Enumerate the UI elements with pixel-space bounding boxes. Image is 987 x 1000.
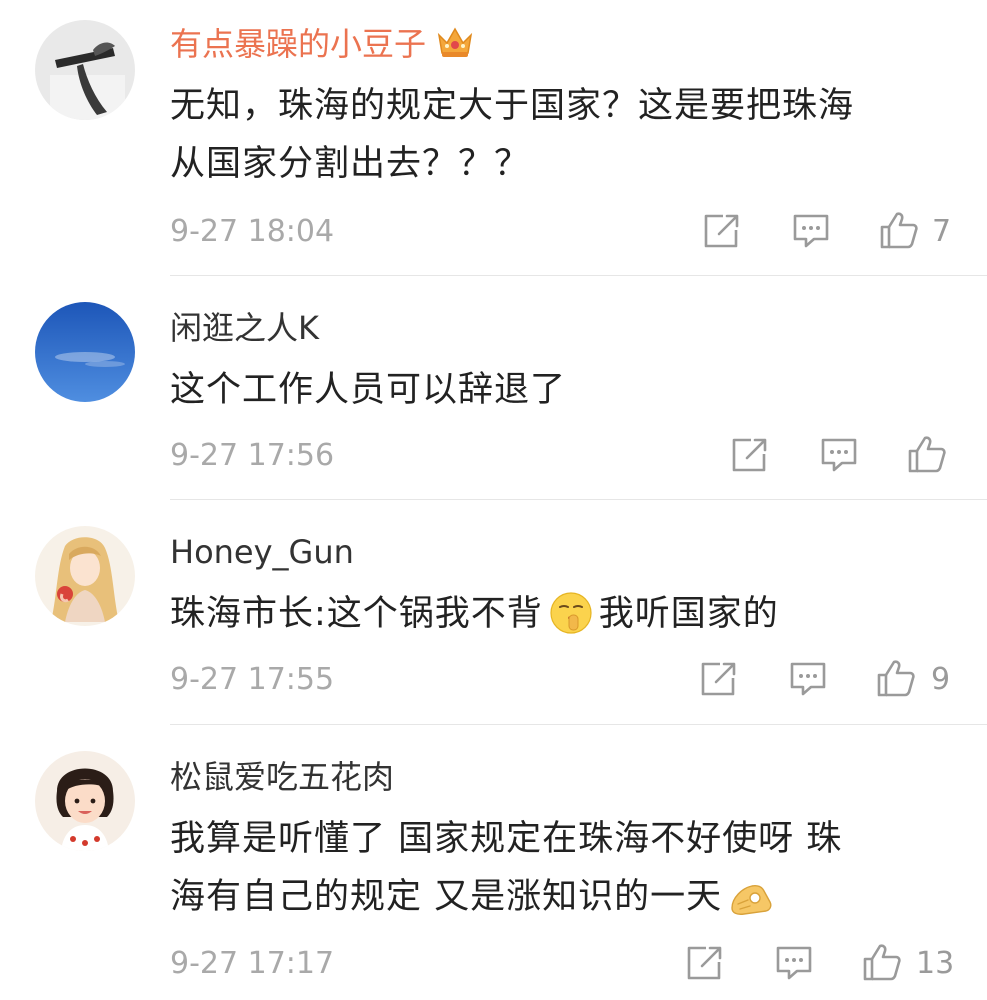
timestamp: 9-27 17:55 (170, 662, 335, 697)
comment-text: 这个工作人员可以辞退了 (170, 370, 567, 410)
avatar[interactable] (35, 751, 135, 851)
comment-icon[interactable] (792, 213, 830, 249)
like-icon[interactable] (862, 942, 902, 982)
username[interactable]: 有点暴躁的小豆子 (170, 24, 474, 68)
like-count: 13 (916, 946, 955, 981)
like-icon[interactable] (876, 658, 916, 698)
comment-item: 闲逛之人K 这个工作人员可以辞退了 9-27 17:56 (0, 277, 987, 501)
like-icon[interactable] (907, 434, 947, 474)
comment-item: Honey_Gun 珠海市长:这个锅我不背 我听国家的 9-27 17:55 9 (0, 501, 987, 726)
repost-icon[interactable] (731, 437, 769, 473)
comment-icon[interactable] (789, 661, 827, 697)
shush-emoji (549, 591, 593, 653)
comment-text: 珠海市长:这个锅我不背 我听国家的 (170, 585, 960, 653)
comment-text: 无知，珠海的规定大于国家？这是要把珠海 从国家分割出去？？？ (170, 86, 855, 184)
like-count: 7 (932, 214, 952, 249)
repost-icon[interactable] (700, 661, 738, 697)
username[interactable]: Honey_Gun (170, 532, 354, 572)
username[interactable]: 闲逛之人K (170, 308, 319, 348)
ok-hand-emoji (728, 878, 774, 936)
comment-icon[interactable] (820, 437, 858, 473)
avatar[interactable] (35, 20, 135, 120)
crown-icon (436, 25, 474, 68)
like-icon[interactable] (879, 210, 919, 250)
comment-item: 松鼠爱吃五花肉 我算是听懂了 国家规定在珠海不好使呀 珠 海有自己的规定 又是涨… (0, 726, 987, 1000)
timestamp: 9-27 17:17 (170, 946, 335, 981)
divider (170, 499, 987, 500)
comment-text: 我算是听懂了 国家规定在珠海不好使呀 珠 海有自己的规定 又是涨知识的一天 (170, 810, 960, 936)
timestamp: 9-27 18:04 (170, 214, 335, 249)
divider (170, 724, 987, 725)
comment-item: 有点暴躁的小豆子 无知，珠海的规定大于国家？这是要把珠海 从国家分割出去？？？ … (0, 0, 987, 277)
avatar[interactable] (35, 526, 135, 626)
timestamp: 9-27 17:56 (170, 438, 335, 473)
like-count: 9 (931, 662, 951, 697)
divider (170, 275, 987, 276)
repost-icon[interactable] (703, 213, 741, 249)
username[interactable]: 松鼠爱吃五花肉 (170, 757, 394, 797)
repost-icon[interactable] (686, 945, 724, 981)
avatar[interactable] (35, 302, 135, 402)
comment-icon[interactable] (775, 945, 813, 981)
